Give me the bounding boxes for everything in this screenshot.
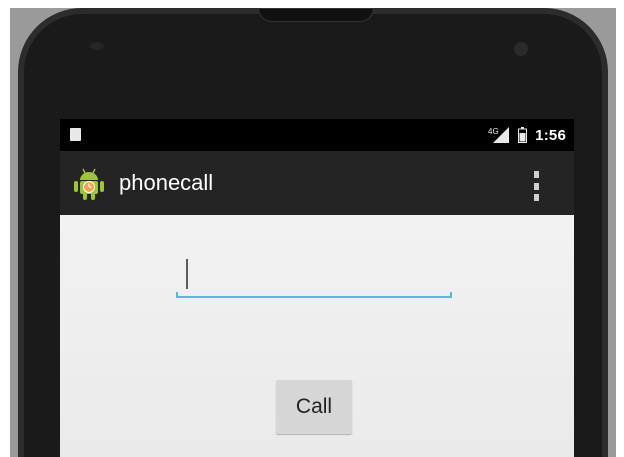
status-time: 1:56 [535, 126, 566, 144]
overflow-dot [533, 194, 539, 201]
phone-number-input[interactable] [176, 259, 452, 298]
overflow-menu-icon[interactable] [532, 171, 540, 201]
cell-signal-icon: 4G [488, 126, 510, 144]
overflow-dot [533, 171, 539, 178]
app-title: phonecall [119, 170, 214, 195]
sensor-icon [90, 42, 104, 50]
main-content: Call [60, 215, 574, 457]
sd-card-icon [70, 128, 81, 141]
call-button[interactable]: Call [276, 380, 352, 434]
phone-screen: 4G 1:56 phonecall Call [60, 119, 574, 457]
input-underline-right-tick [450, 292, 452, 298]
battery-icon [518, 127, 528, 143]
action-bar: phonecall [60, 151, 574, 215]
input-underline-left-tick [176, 292, 178, 298]
text-cursor [186, 259, 188, 289]
screenshot-frame: 4G 1:56 phonecall Call [0, 0, 624, 457]
status-bar-right: 4G 1:56 [488, 125, 566, 145]
android-robot-icon[interactable] [73, 167, 105, 201]
input-underline [176, 296, 452, 298]
speaker-slot [258, 8, 374, 22]
status-bar: 4G 1:56 [60, 119, 574, 151]
front-camera-icon [514, 42, 528, 56]
signal-type-label: 4G [488, 127, 499, 136]
overflow-dot [533, 182, 539, 190]
